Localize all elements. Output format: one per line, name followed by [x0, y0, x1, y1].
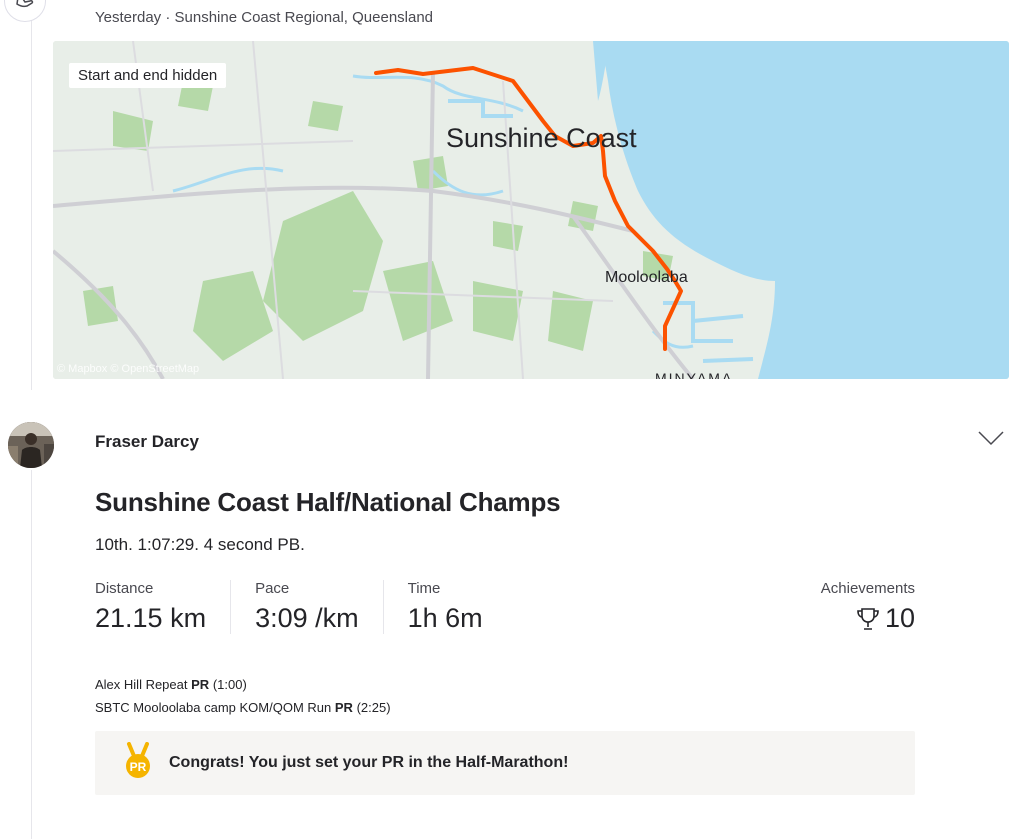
stat-value: 21.15 km: [95, 603, 207, 633]
pr-banner: PR Congrats! You just set your PR in the…: [95, 731, 915, 795]
map-label-suburb: Mooloolaba: [605, 269, 688, 286]
timeline-line: [31, 470, 32, 839]
pr-medal-icon: PR: [123, 741, 153, 785]
activity-stats: Distance 21.15 km Pace 3:09 /km Time 1h …: [95, 580, 531, 634]
stat-time: Time 1h 6m: [408, 580, 507, 634]
timeline-line: [31, 20, 32, 390]
segment-name: Alex Hill Repeat: [95, 677, 188, 692]
stat-label: Pace: [255, 580, 290, 597]
pr-message: Congrats! You just set your PR in the Ha…: [169, 754, 569, 771]
achievements-value: 10: [821, 603, 915, 634]
run-activity-icon: [4, 0, 46, 22]
activity-location: Sunshine Coast Regional, Queensland: [174, 9, 434, 26]
avatar[interactable]: [8, 422, 54, 468]
segment-time: (2:25): [356, 700, 391, 715]
chevron-down-icon[interactable]: [978, 430, 1004, 451]
segment-name: SBTC Mooloolaba camp KOM/QOM Run: [95, 700, 332, 715]
activity-feed: Yesterday · Sunshine Coast Regional, Que…: [0, 0, 1023, 839]
stat-distance: Distance 21.15 km: [95, 580, 232, 634]
stat-pace: Pace 3:09 /km: [255, 580, 384, 634]
map-canvas: Sunshine Coast Mooloolaba MINYAMA: [53, 41, 1009, 379]
map-label-city: Sunshine Coast: [446, 123, 637, 153]
stat-value: 1h 6m: [407, 603, 483, 633]
trophy-icon: [857, 607, 879, 630]
activity-title[interactable]: Sunshine Coast Half/National Champs: [95, 487, 561, 518]
stat-label: Time: [407, 580, 441, 597]
meta-separator: ·: [165, 9, 171, 26]
pr-badge: PR: [334, 700, 353, 715]
map-attribution[interactable]: © Mapbox © OpenStreetMap: [57, 363, 199, 375]
stat-label: Distance: [95, 580, 154, 597]
segment-item[interactable]: SBTC Mooloolaba camp KOM/QOM Run PR (2:2…: [95, 696, 391, 719]
segment-item[interactable]: Alex Hill Repeat PR (1:00): [95, 673, 391, 696]
pr-medal-text: PR: [130, 760, 147, 774]
activity-description: 10th. 1:07:29. 4 second PB.: [95, 535, 305, 554]
map-label-suburb: MINYAMA: [655, 370, 733, 379]
stat-value: 3:09 /km: [255, 603, 359, 633]
segment-list: Alex Hill Repeat PR (1:00) SBTC Mooloola…: [95, 673, 391, 719]
achievements[interactable]: Achievements 10: [821, 580, 915, 634]
activity-date: Yesterday: [95, 9, 162, 26]
achievements-label: Achievements: [820, 580, 915, 597]
athlete-name[interactable]: Fraser Darcy: [95, 432, 199, 452]
segment-time: (1:00): [212, 677, 247, 692]
achievements-count: 10: [884, 603, 915, 633]
route-map[interactable]: Sunshine Coast Mooloolaba MINYAMA Start …: [53, 41, 1009, 379]
activity-meta: Yesterday · Sunshine Coast Regional, Que…: [95, 9, 433, 26]
privacy-badge: Start and end hidden: [69, 63, 227, 88]
pr-badge: PR: [191, 677, 210, 692]
